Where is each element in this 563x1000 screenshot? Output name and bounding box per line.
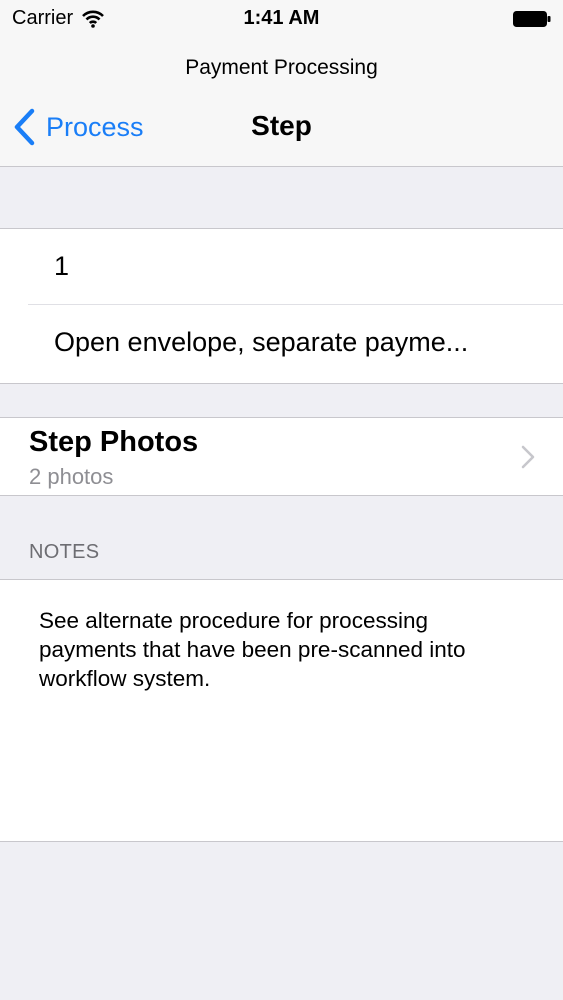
step-photos-count: 2 photos [29, 464, 114, 489]
step-description-field[interactable]: Open envelope, separate payme... [54, 327, 468, 358]
step-number-field[interactable]: 1 [54, 251, 69, 282]
notes-section-header: NOTES [29, 541, 100, 563]
status-bar: Carrier 1:41 AM [0, 0, 563, 38]
step-details-group: 1 Open envelope, separate payme... [0, 228, 563, 384]
notes-text: See alternate procedure for processing p… [39, 608, 466, 691]
nav-prompt: Payment Processing [185, 56, 378, 79]
cell-separator [28, 304, 563, 305]
status-time: 1:41 AM [243, 7, 320, 29]
step-photos-title: Step Photos [29, 426, 199, 458]
navigation-bar: Process Step [0, 90, 563, 167]
page-title: Step [251, 110, 312, 141]
step-photos-row[interactable]: Step Photos 2 photos [0, 417, 563, 496]
prompt-bar: Payment Processing [0, 38, 563, 90]
notes-text-area[interactable]: See alternate procedure for processing p… [0, 579, 563, 842]
battery-icon [513, 11, 551, 27]
chevron-right-icon [521, 445, 535, 469]
